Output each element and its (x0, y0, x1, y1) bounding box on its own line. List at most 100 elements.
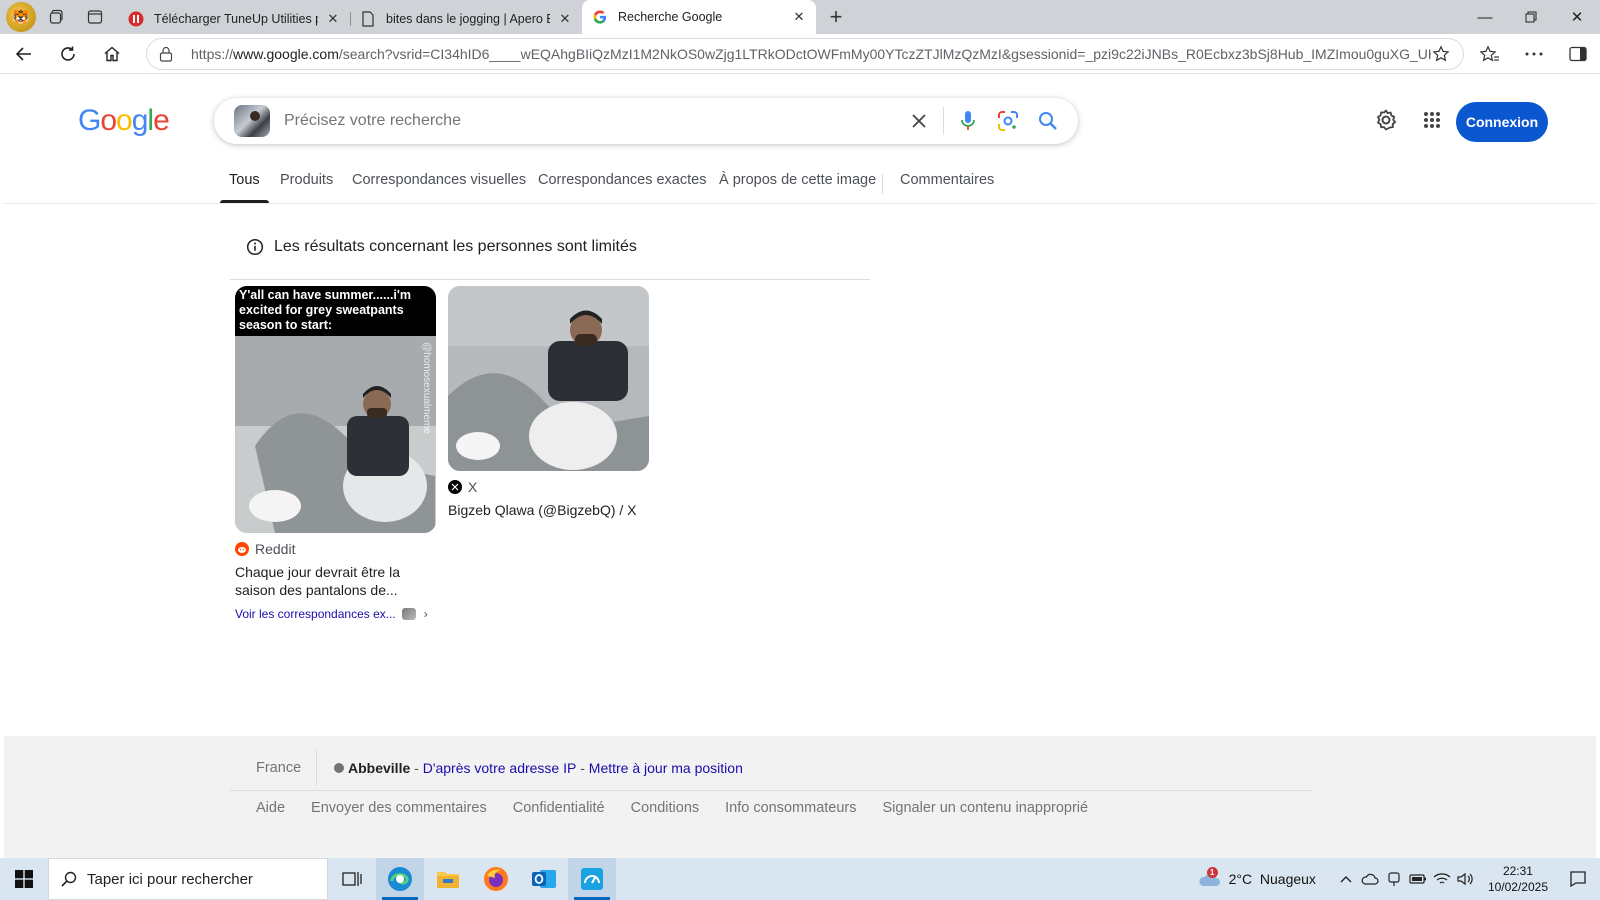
query-image-thumbnail[interactable] (234, 105, 270, 137)
close-tab-icon[interactable]: ✕ (324, 10, 342, 28)
tab-label: bites dans le jogging | Apero Bran (386, 12, 550, 26)
notifications-icon[interactable] (1556, 858, 1600, 900)
sidebar-toggle-icon[interactable] (1556, 37, 1600, 71)
browser-tab-apero[interactable]: bites dans le jogging | Apero Bran ✕ (350, 4, 582, 34)
speedtest-app-icon[interactable] (568, 858, 616, 900)
tab-feedback[interactable]: Commentaires (900, 172, 994, 188)
settings-gear-icon[interactable] (1366, 100, 1406, 140)
result-source[interactable]: X (448, 479, 649, 495)
footer-hline (230, 790, 1312, 791)
browser-toolbar-right (1468, 37, 1600, 71)
url-text: https://www.google.com/search?vsrid=CI34… (191, 46, 1431, 62)
see-exact-matches-link[interactable]: Voir les correspondances ex... › (235, 607, 436, 621)
footer-link-report[interactable]: Signaler un contenu inapproprié (883, 800, 1089, 816)
browser-tab-tuneup[interactable]: Télécharger TuneUp Utilities pour ✕ (118, 4, 350, 34)
match-thumbnail (401, 608, 416, 620)
close-tab-icon[interactable]: ✕ (790, 8, 808, 26)
notice-text: Les résultats concernant les personnes s… (274, 238, 637, 255)
logo-letter: o (116, 104, 133, 137)
search-magnifier-icon[interactable] (1028, 101, 1068, 141)
footer-links: Aide Envoyer des commentaires Confidenti… (256, 800, 1114, 816)
tab-visual-matches[interactable]: Correspondances visuelles (352, 172, 526, 188)
tab-exact-matches[interactable]: Correspondances exactes (538, 172, 706, 188)
update-location-link[interactable]: Mettre à jour ma position (589, 760, 743, 776)
file-explorer-icon[interactable] (424, 858, 472, 900)
footer-link-help[interactable]: Aide (256, 800, 285, 816)
result-source[interactable]: Reddit (235, 541, 436, 557)
window-controls: — ✕ (1462, 0, 1600, 34)
tabs-divider (882, 174, 883, 194)
new-tab-plus-icon[interactable]: + (820, 2, 852, 32)
result-title[interactable]: Chaque jour devrait être la saison des p… (235, 563, 436, 599)
result-image[interactable] (448, 286, 649, 471)
google-lens-icon[interactable] (988, 101, 1028, 141)
volume-icon[interactable] (1454, 872, 1478, 886)
microphone-icon[interactable] (948, 101, 988, 141)
outlook-icon[interactable] (520, 858, 568, 900)
firefox-icon[interactable] (472, 858, 520, 900)
google-logo[interactable]: Google (78, 104, 170, 138)
url-host: www.google.com (233, 46, 339, 62)
task-view-icon[interactable] (328, 858, 376, 900)
site-info-lock-icon[interactable] (159, 46, 177, 62)
result-title[interactable]: Bigzeb Qlawa (@BigzebQ) / X (448, 501, 649, 519)
tab-about-image[interactable]: À propos de cette image (719, 172, 876, 188)
workspaces-icon[interactable] (40, 2, 74, 32)
result-card-reddit[interactable]: Y'all can have summer......i'm excited f… (235, 286, 436, 621)
favorite-star-icon[interactable] (1431, 45, 1451, 63)
result-image[interactable]: Y'all can have summer......i'm excited f… (235, 286, 436, 533)
system-clock[interactable]: 22:31 10/02/2025 (1488, 863, 1548, 895)
meet-now-icon[interactable] (1382, 871, 1406, 887)
taskbar-search-box[interactable]: Taper ici pour rechercher (48, 858, 328, 900)
tab-products[interactable]: Produits (280, 172, 333, 188)
clock-time: 22:31 (1502, 864, 1533, 878)
tab-all[interactable]: Tous (229, 172, 260, 188)
result-title-line: saison des pantalons de... (235, 582, 398, 598)
url-path: /search?vsrid=CI34hID6____wEQAhgBIiQzMzI… (338, 46, 1431, 62)
page-icon (360, 11, 376, 27)
reddit-icon (235, 542, 249, 556)
close-tab-icon[interactable]: ✕ (556, 10, 574, 28)
restore-icon[interactable] (1508, 0, 1554, 34)
home-icon[interactable] (92, 37, 132, 71)
result-title-line: Chaque jour devrait être la (235, 564, 400, 580)
close-window-icon[interactable]: ✕ (1554, 0, 1600, 34)
search-input[interactable] (284, 112, 899, 130)
active-tab-indicator (220, 200, 269, 203)
more-options-icon[interactable] (1512, 37, 1556, 71)
footer-link-terms[interactable]: Conditions (631, 800, 700, 816)
battery-icon[interactable] (1406, 873, 1430, 885)
result-card-x[interactable]: X Bigzeb Qlawa (@BigzebQ) / X (448, 286, 649, 519)
google-apps-grid-icon[interactable] (1412, 100, 1452, 140)
edge-browser-icon[interactable] (376, 858, 424, 900)
logo-letter: o (100, 104, 117, 137)
clear-x-icon[interactable] (899, 101, 939, 141)
footer-link-consumer-info[interactable]: Info consommateurs (725, 800, 856, 816)
weather-alert-badge: 1 (1206, 867, 1218, 878)
windows-start-icon[interactable] (0, 858, 48, 900)
wifi-icon[interactable] (1430, 872, 1454, 886)
windows-taskbar: Taper ici pour rechercher 1 2°C Nuageux (0, 858, 1600, 900)
weather-text[interactable]: 2°C Nuageux (1229, 871, 1316, 887)
refresh-icon[interactable] (48, 37, 88, 71)
address-bar[interactable]: https://www.google.com/search?vsrid=CI34… (146, 38, 1464, 70)
x-logo-icon (448, 480, 462, 494)
footer-link-privacy[interactable]: Confidentialité (513, 800, 605, 816)
logo-letter: g (131, 104, 149, 137)
tab-actions-icon[interactable] (78, 2, 112, 32)
watermark-text: @homosexualmeme (421, 342, 432, 434)
ip-address-link[interactable]: D'après votre adresse IP (423, 760, 577, 776)
footer-link-feedback[interactable]: Envoyer des commentaires (311, 800, 487, 816)
signin-button[interactable]: Connexion (1456, 102, 1548, 142)
weather-cloud-icon[interactable]: 1 (1197, 867, 1221, 888)
profile-avatar-icon[interactable]: 🐯 (6, 2, 36, 32)
back-arrow-icon[interactable] (4, 37, 44, 71)
onedrive-cloud-icon[interactable] (1358, 872, 1382, 886)
favorites-icon[interactable] (1468, 37, 1512, 71)
browser-tab-google[interactable]: Recherche Google ✕ (582, 0, 816, 34)
footer-country: France (256, 760, 302, 776)
google-results-page: Google Connexion Tous Produits Correspon… (4, 74, 1596, 858)
minimize-icon[interactable]: — (1462, 0, 1508, 34)
chevron-up-icon[interactable] (1334, 875, 1358, 883)
location-dot-icon (334, 763, 344, 773)
